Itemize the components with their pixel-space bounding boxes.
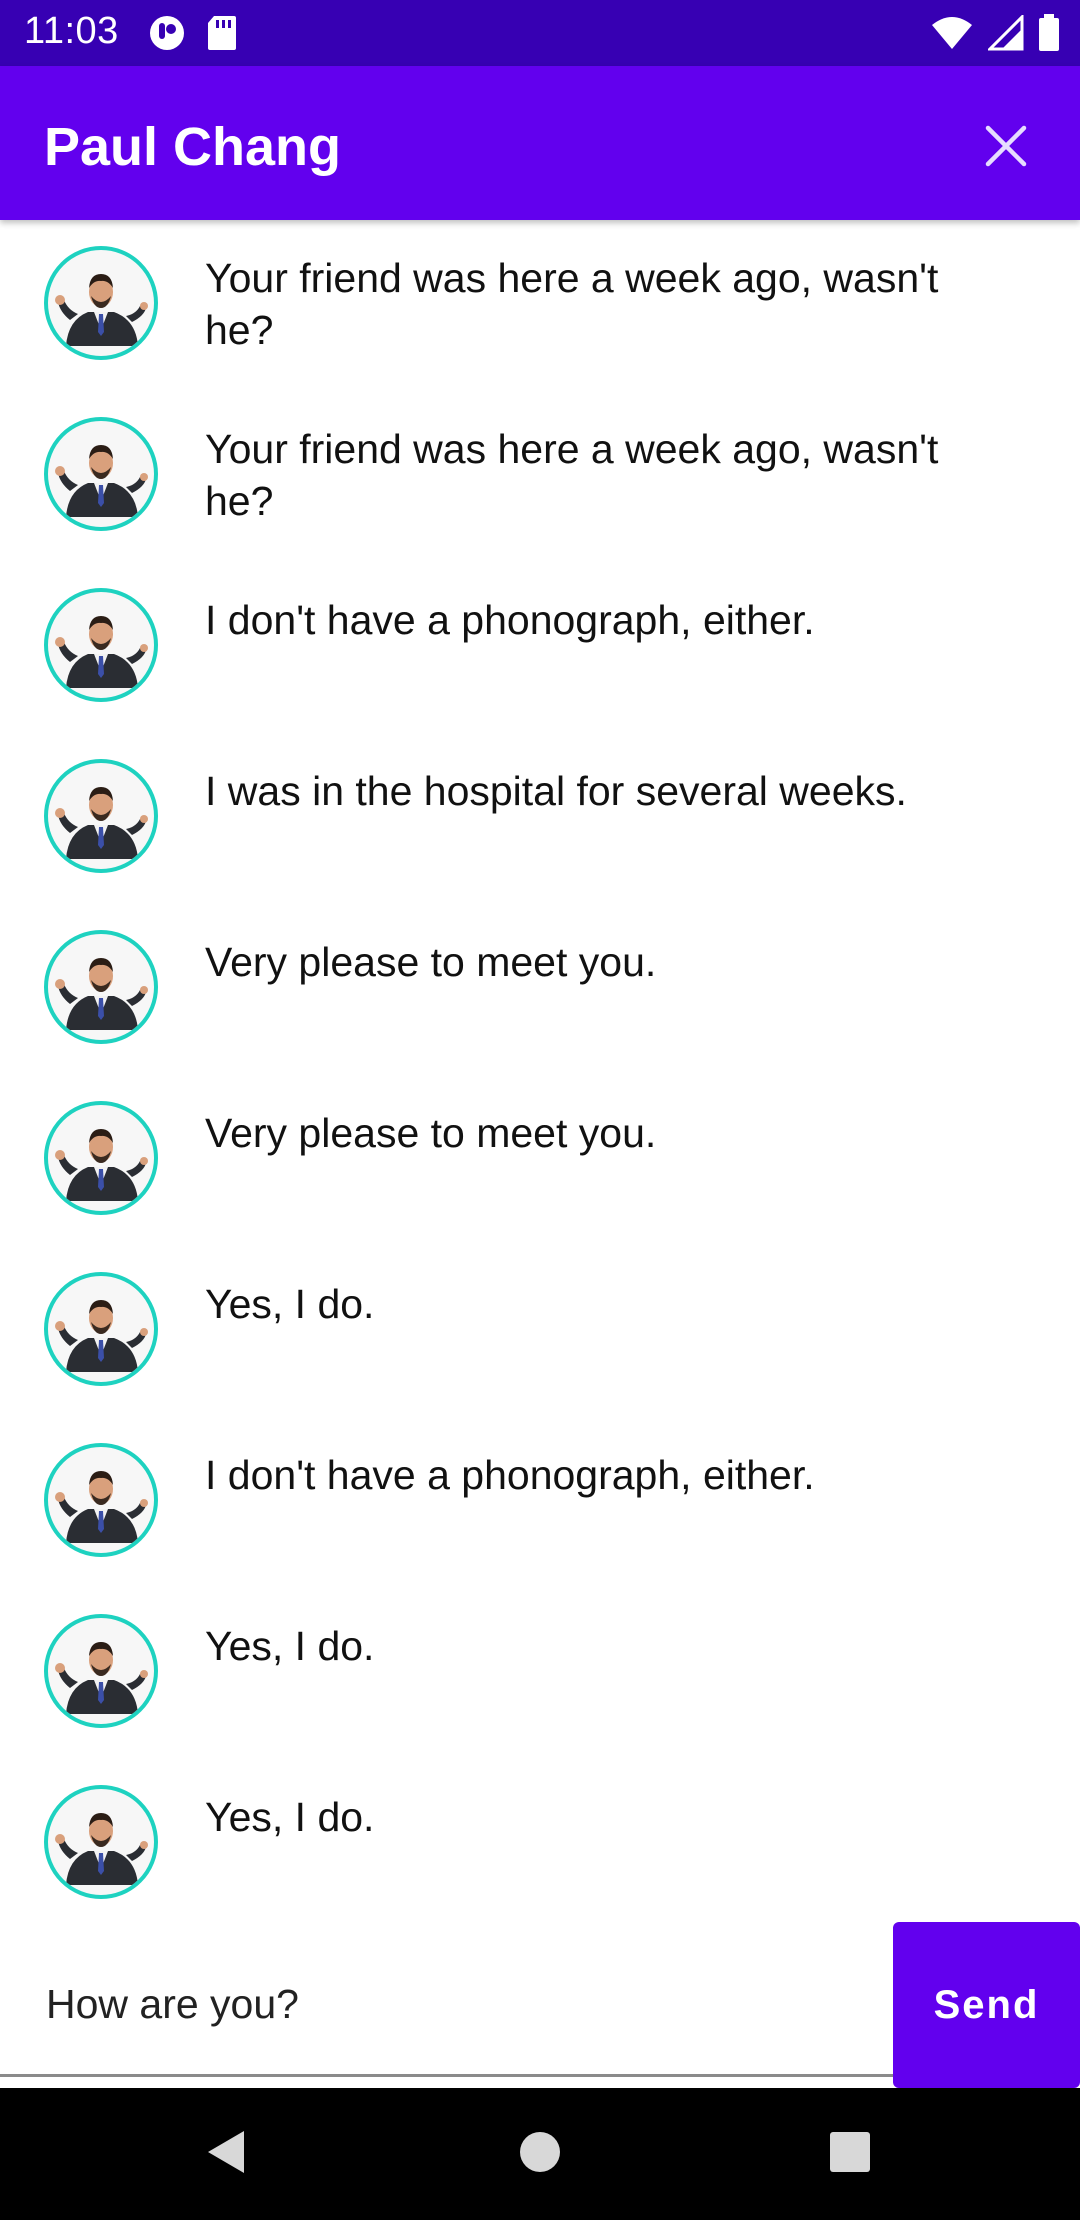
status-time: 11:03: [24, 10, 119, 52]
status-right-icons: [930, 13, 1060, 57]
avatar: [44, 1101, 158, 1215]
message-item: Very please to meet you.: [0, 906, 1080, 1077]
message-item: Yes, I do.: [0, 1761, 1080, 1932]
home-icon: [518, 2130, 562, 2179]
message-text: Very please to meet you.: [205, 939, 657, 985]
wifi-icon: [930, 15, 974, 56]
avatar: [44, 1272, 158, 1386]
message-text: Very please to meet you.: [205, 1110, 657, 1156]
home-button[interactable]: [512, 2126, 568, 2182]
app-bar: Paul Chang: [0, 66, 1080, 220]
message-item: Your friend was here a week ago, wasn't …: [0, 393, 1080, 564]
close-button[interactable]: [968, 110, 1044, 186]
message-text: I was in the hospital for several weeks.: [205, 768, 907, 814]
avatar: [44, 1785, 158, 1899]
status-bar: 11:03: [0, 0, 1080, 66]
input-underline: [0, 2074, 894, 2077]
send-button[interactable]: Send: [893, 1922, 1080, 2088]
message-list[interactable]: Your friend was here a week ago, wasn't …: [0, 222, 1080, 1932]
page-title: Paul Chang: [44, 117, 342, 177]
avatar: [44, 588, 158, 702]
close-icon: [984, 124, 1028, 173]
recents-icon: [828, 2130, 872, 2179]
message-text: I don't have a phonograph, either.: [205, 597, 815, 643]
avatar: [44, 417, 158, 531]
message-item: Yes, I do.: [0, 1590, 1080, 1761]
message-text: Your friend was here a week ago, wasn't …: [205, 255, 939, 353]
message-text: Yes, I do.: [205, 1623, 375, 1669]
notification-app-icon: [148, 14, 186, 57]
message-item: Yes, I do.: [0, 1248, 1080, 1419]
message-item: I was in the hospital for several weeks.: [0, 735, 1080, 906]
avatar: [44, 1443, 158, 1557]
message-composer: Send: [0, 1922, 1080, 2088]
avatar: [44, 1614, 158, 1728]
message-text: Your friend was here a week ago, wasn't …: [205, 426, 939, 524]
message-input[interactable]: [44, 1968, 868, 2040]
message-text: Yes, I do.: [205, 1281, 375, 1327]
message-text: I don't have a phonograph, either.: [205, 1452, 815, 1498]
avatar: [44, 759, 158, 873]
back-icon: [204, 2129, 248, 2180]
message-item: I don't have a phonograph, either.: [0, 564, 1080, 735]
avatar: [44, 246, 158, 360]
avatar: [44, 930, 158, 1044]
recents-button[interactable]: [822, 2126, 878, 2182]
signal-icon: [986, 13, 1024, 56]
message-item: I don't have a phonograph, either.: [0, 1419, 1080, 1590]
message-item: Very please to meet you.: [0, 1077, 1080, 1248]
battery-icon: [1038, 14, 1060, 57]
sd-card-icon: [206, 14, 238, 57]
navigation-bar: [0, 2088, 1080, 2220]
status-left-icons: [148, 14, 238, 57]
back-button[interactable]: [198, 2126, 254, 2182]
message-item: Your friend was here a week ago, wasn't …: [0, 222, 1080, 393]
message-text: Yes, I do.: [205, 1794, 375, 1840]
